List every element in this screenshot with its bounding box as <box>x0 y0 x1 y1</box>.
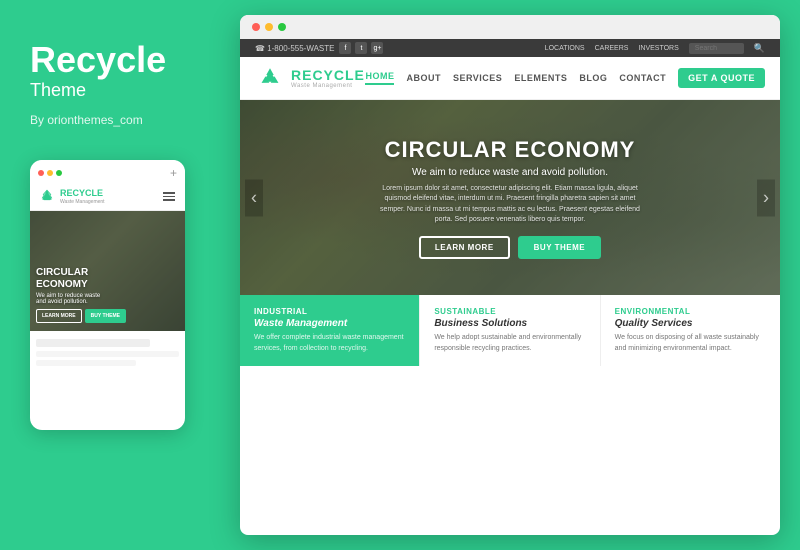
site-nav-links: HOME ABOUT SERVICES ELEMENTS BLOG CONTAC… <box>365 68 765 88</box>
mobile-dot-yellow <box>47 170 53 176</box>
card-1-tag: INDUSTRIAL <box>254 307 405 316</box>
hero-title: CIRCULAR ECONOMY <box>321 137 699 163</box>
hero-subtitle: We aim to reduce waste and avoid polluti… <box>321 167 699 178</box>
mobile-hero-subtitle: We aim to reduce waste and avoid polluti… <box>36 293 179 305</box>
mobile-preview: + RECYCLE Waste Management <box>30 160 185 430</box>
mobile-buy-theme-button[interactable]: BUY THEME <box>85 309 126 323</box>
site-hero: CIRCULAR ECONOMY We aim to reduce waste … <box>240 100 780 295</box>
site-topbar-right: LOCATIONS CAREERS INVESTORS 🔍 <box>545 43 765 54</box>
hero-prev-arrow[interactable]: ‹ <box>245 179 263 216</box>
phone-number: ☎ 1-800-555-WASTE <box>255 44 334 53</box>
mobile-hero-section: CIRCULAR ECONOMY We aim to reduce waste … <box>30 211 185 331</box>
search-input[interactable] <box>689 43 744 54</box>
card-3-title: Quality Services <box>615 318 766 329</box>
theme-subtitle: Theme <box>30 80 205 101</box>
site-cards: INDUSTRIAL Waste Management We offer com… <box>240 295 780 366</box>
buy-theme-button[interactable]: BUY THEME <box>518 236 601 259</box>
google-plus-icon[interactable]: g+ <box>371 42 383 54</box>
mobile-hero-content: CIRCULAR ECONOMY We aim to reduce waste … <box>36 267 179 323</box>
left-panel: Recycle Theme By orionthemes_com + RECYC… <box>0 0 230 550</box>
theme-title: Recycle <box>30 40 205 80</box>
nav-link-blog[interactable]: BLOG <box>579 73 607 83</box>
mobile-hamburger-icon[interactable] <box>161 190 177 203</box>
get-quote-button[interactable]: GET A QUOTE <box>678 68 765 88</box>
browser-dot-yellow <box>265 23 273 31</box>
mobile-top-bar: + <box>30 160 185 184</box>
topbar-investors[interactable]: INVESTORS <box>638 45 678 52</box>
nav-link-contact[interactable]: CONTACT <box>619 73 666 83</box>
card-3-body: We focus on disposing of all waste susta… <box>615 333 766 354</box>
mobile-hero-title: CIRCULAR ECONOMY <box>36 267 179 291</box>
mobile-dot-red <box>38 170 44 176</box>
hero-content: CIRCULAR ECONOMY We aim to reduce waste … <box>321 137 699 259</box>
search-icon[interactable]: 🔍 <box>754 43 765 54</box>
mobile-logo-bar: RECYCLE Waste Management <box>30 184 185 211</box>
card-2-body: We help adopt sustainable and environmen… <box>434 333 585 354</box>
site-logo-text-container: RECYCLE Waste Management <box>291 67 365 89</box>
site-logo-text: RECYCLE <box>291 67 365 83</box>
browser-chrome-bar <box>240 15 780 39</box>
browser-mockup: ☎ 1-800-555-WASTE f t g+ LOCATIONS CAREE… <box>240 15 780 535</box>
hero-body-text: Lorem ipsum dolor sit amet, consectetur … <box>321 184 699 226</box>
nav-link-about[interactable]: ABOUT <box>406 73 441 83</box>
card-1-title: Waste Management <box>254 318 405 329</box>
card-2-tag: SUSTAINABLE <box>434 307 585 316</box>
mobile-recycle-icon <box>38 188 56 206</box>
site-recycle-icon <box>255 63 285 93</box>
nav-link-home[interactable]: HOME <box>365 71 394 85</box>
mobile-add-tab: + <box>170 166 177 180</box>
twitter-icon[interactable]: t <box>355 42 367 54</box>
theme-author: By orionthemes_com <box>30 113 205 127</box>
card-environmental: ENVIRONMENTAL Quality Services We focus … <box>601 295 780 366</box>
site-topbar-left: ☎ 1-800-555-WASTE f t g+ <box>255 42 383 54</box>
topbar-careers[interactable]: CAREERS <box>595 45 629 52</box>
card-industrial: INDUSTRIAL Waste Management We offer com… <box>240 295 420 366</box>
card-1-body: We offer complete industrial waste manag… <box>254 333 405 354</box>
browser-dot-green <box>278 23 286 31</box>
site-logo: RECYCLE Waste Management <box>255 63 365 93</box>
mobile-dot-green <box>56 170 62 176</box>
site-topbar: ☎ 1-800-555-WASTE f t g+ LOCATIONS CAREE… <box>240 39 780 57</box>
nav-link-services[interactable]: SERVICES <box>453 73 502 83</box>
hero-buttons: LEARN MORE BUY THEME <box>321 236 699 259</box>
social-icons: f t g+ <box>339 42 383 54</box>
mobile-learn-more-button[interactable]: LEARN MORE <box>36 309 82 323</box>
site-nav: RECYCLE Waste Management HOME ABOUT SERV… <box>240 57 780 100</box>
hero-next-arrow[interactable]: › <box>757 179 775 216</box>
mobile-bottom-section <box>30 331 185 374</box>
card-2-title: Business Solutions <box>434 318 585 329</box>
nav-link-elements[interactable]: ELEMENTS <box>514 73 567 83</box>
browser-dot-red <box>252 23 260 31</box>
card-3-tag: ENVIRONMENTAL <box>615 307 766 316</box>
site-logo-sub: Waste Management <box>291 83 365 89</box>
mobile-logo-text: RECYCLE Waste Management <box>60 189 105 205</box>
topbar-locations[interactable]: LOCATIONS <box>545 45 585 52</box>
card-sustainable: SUSTAINABLE Business Solutions We help a… <box>420 295 600 366</box>
facebook-icon[interactable]: f <box>339 42 351 54</box>
learn-more-button[interactable]: LEARN MORE <box>419 236 510 259</box>
mobile-hero-buttons: LEARN MORE BUY THEME <box>36 309 179 323</box>
